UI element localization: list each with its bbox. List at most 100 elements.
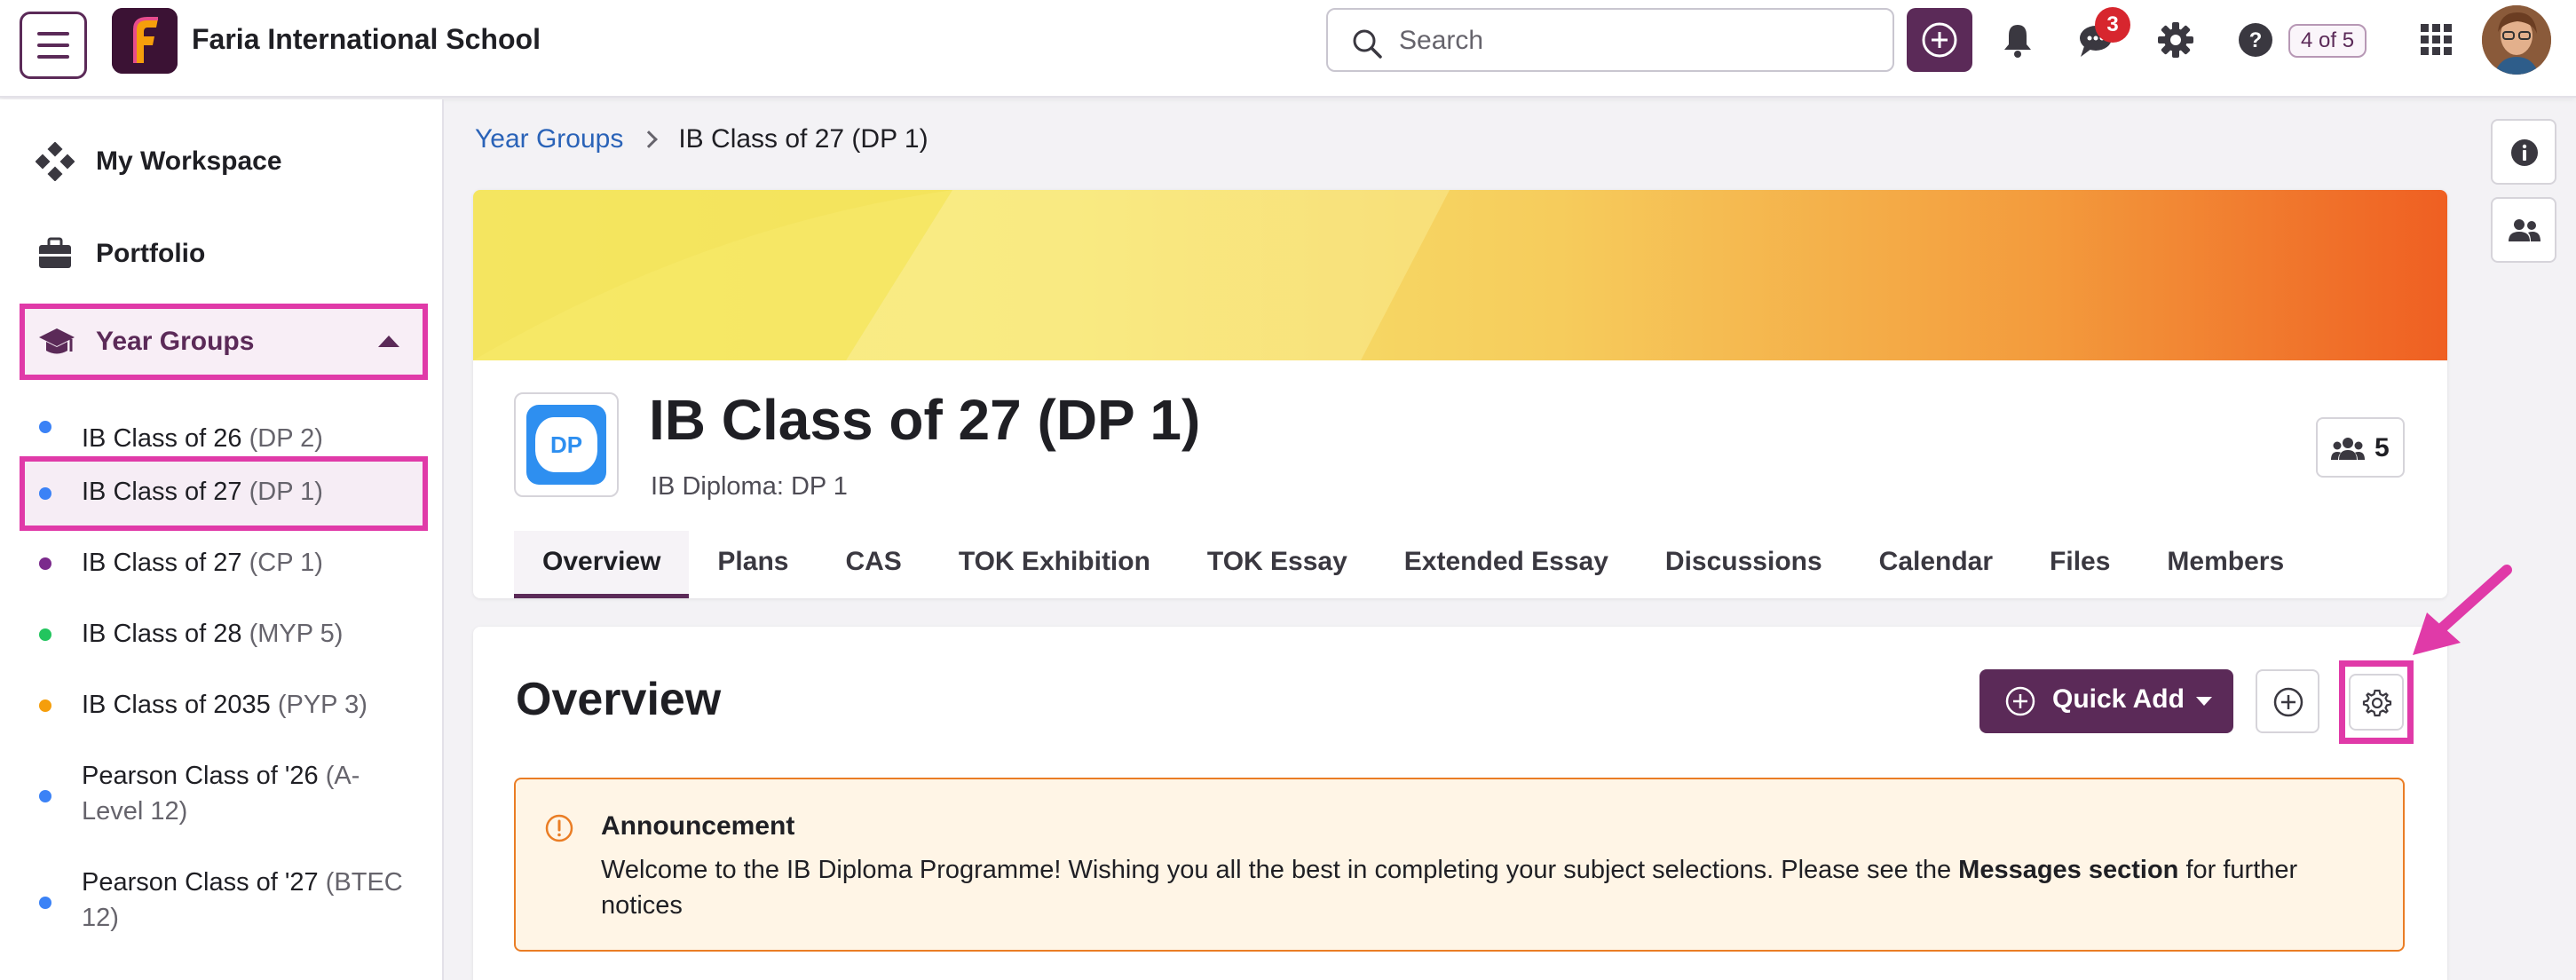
tab-tok-exhibition[interactable]: TOK Exhibition [930,531,1179,598]
sidebar-item-portfolio[interactable]: Portfolio [18,218,426,289]
avatar-photo [2482,5,2551,75]
overview-settings-button[interactable] [2349,674,2404,731]
programme-logo: DP [514,392,619,497]
announcement-link-messages: Messages section [1958,856,2179,884]
school-name[interactable]: Faria International School [192,23,541,56]
year-group-code: (PYP 3) [277,691,367,719]
members-count-button[interactable]: 5 [2316,417,2405,478]
chevron-down-icon [2196,697,2212,706]
bell-icon[interactable] [1997,20,2038,60]
user-avatar[interactable] [2482,5,2551,75]
menu-line [37,43,69,47]
tab-extended-essay[interactable]: Extended Essay [1376,531,1637,598]
svg-text:?: ? [2249,28,2263,52]
chevron-right-icon [640,130,659,148]
gear-icon [2362,689,2392,717]
tab-overview[interactable]: Overview [514,531,690,598]
sidebar-item-label: Year Groups [96,327,255,356]
school-logo[interactable] [112,8,178,74]
sidebar-item-label: Portfolio [96,239,206,268]
tab-plans[interactable]: Plans [689,531,817,598]
overview-card: Overview Quick Add Announcement Welcome … [473,627,2447,980]
tab-discussions[interactable]: Discussions [1637,531,1851,598]
announcement-text: Welcome to the IB Diploma Programme! Wis… [601,852,2367,923]
sidebar-item-year-groups[interactable]: Year Groups [20,304,428,380]
member-count: 5 [2375,433,2390,462]
programme-logo-text: DP [535,417,597,472]
year-group-item[interactable]: IB Class of 27 (CP 1) [20,540,428,611]
annotation-arrow [2413,565,2512,655]
faria-logo-icon [112,8,178,74]
banner-graphic [473,190,1450,360]
search-input[interactable] [1399,22,1861,59]
year-group-item-active[interactable]: IB Class of 27 (DP 1) [20,456,428,531]
page-indicator[interactable]: 4 of 5 [2288,24,2367,58]
collapse-caret-icon[interactable] [378,336,399,347]
workspace-icon [36,142,75,181]
tab-bar: Overview Plans CAS TOK Exhibition TOK Es… [514,531,2312,598]
quick-add-label: Quick Add [2052,684,2185,714]
add-widget-button[interactable] [2256,669,2319,733]
top-bar: Faria International School 3 [0,0,2576,98]
year-group-item[interactable]: IB Class of 28 (MYP 5) [20,611,428,682]
year-group-name: IB Class of 2035 [82,691,278,719]
create-new-button[interactable] [1907,8,1972,72]
status-dot [39,897,51,909]
year-group-name: IB Class of 28 [82,620,249,648]
info-icon [2511,139,2538,166]
year-group-name: Pearson Class of '27 [82,868,326,897]
breadcrumb-link-year-groups[interactable]: Year Groups [475,124,623,154]
menu-line [37,32,69,36]
year-group-item[interactable]: IB Class of 2035 (PYP 3) [20,682,428,753]
year-group-name: IB Class of 27 [82,478,249,506]
messages-count-badge: 3 [2095,7,2130,43]
announcement-heading: Announcement [601,811,795,841]
tab-files[interactable]: Files [2021,531,2138,598]
announcement-text-part: Welcome to the IB Diploma Programme! Wis… [601,856,1959,884]
class-banner [473,190,2447,360]
sidebar: My Workspace Portfolio Year Groups IB Cl… [0,99,444,980]
info-panel-button[interactable] [2491,119,2556,185]
status-dot [39,421,51,433]
year-group-item[interactable]: Pearson Class of '26 (A-Level 12) [20,755,428,843]
status-dot [39,699,51,712]
plus-circle-icon [1922,22,1957,58]
year-group-name: IB Class of 26 [82,424,249,453]
menu-line [37,55,69,59]
tab-calendar[interactable]: Calendar [1851,531,2021,598]
help-icon[interactable]: ? [2235,20,2276,60]
search-box[interactable] [1326,8,1894,72]
page-title: IB Class of 27 (DP 1) [649,388,1201,452]
status-dot [39,557,51,570]
status-dot [39,487,51,500]
year-group-item[interactable]: Pearson Class of '27 (BTEC 12) [20,861,428,950]
status-dot [39,628,51,641]
apps-grid-icon[interactable] [2416,20,2457,60]
people-panel-button[interactable] [2491,197,2556,263]
settings-gear-icon[interactable] [2155,20,2196,60]
plus-circle-icon [2005,686,2035,716]
year-group-code: (DP 2) [249,424,323,453]
year-group-name: Pearson Class of '26 [82,762,326,790]
people-icon [2331,438,2365,460]
overview-heading: Overview [516,674,722,725]
breadcrumb-current: IB Class of 27 (DP 1) [678,124,928,154]
quick-add-button[interactable]: Quick Add [1979,669,2233,733]
year-group-code: (DP 1) [249,478,323,506]
tab-tok-essay[interactable]: TOK Essay [1179,531,1376,598]
breadcrumb: Year Groups IB Class of 27 (DP 1) [475,124,928,154]
page-subtitle: IB Diploma: DP 1 [651,472,848,501]
alert-circle-icon [545,814,573,842]
year-group-code: (MYP 5) [249,620,344,648]
people-icon [2509,219,2540,241]
search-icon [1353,29,1382,59]
sidebar-item-my-workspace[interactable]: My Workspace [18,126,426,197]
overview-settings-highlight [2339,660,2414,744]
year-group-name: IB Class of 27 [82,549,249,577]
year-group-code: (CP 1) [249,549,323,577]
tab-cas[interactable]: CAS [817,531,929,598]
tab-members[interactable]: Members [2138,531,2312,598]
briefcase-icon [39,237,71,268]
hamburger-menu-button[interactable] [20,12,87,79]
status-dot [39,790,51,802]
